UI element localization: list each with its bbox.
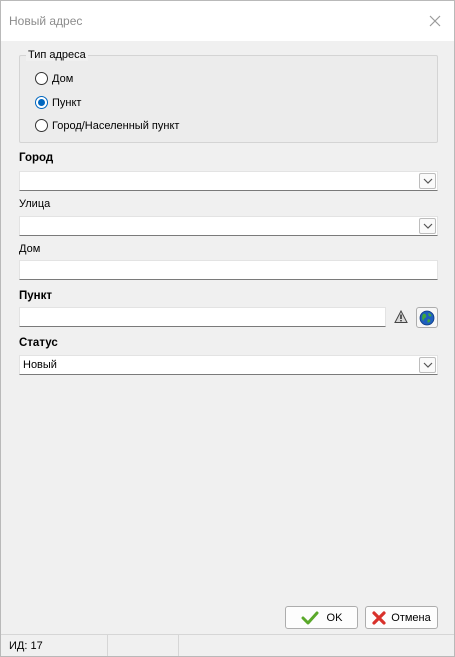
chevron-down-icon xyxy=(423,223,432,229)
street-dropdown-button[interactable] xyxy=(419,218,436,234)
status-dropdown-button[interactable] xyxy=(419,357,436,373)
ok-button[interactable]: OK xyxy=(285,606,358,629)
radio-point-label: Пункт xyxy=(52,96,82,109)
dialog-window: Новый адрес Тип адреса Дом Пункт Город/Н… xyxy=(0,0,455,657)
chevron-down-icon xyxy=(423,362,432,368)
radio-house[interactable]: Дом xyxy=(35,72,73,85)
chevron-down-icon xyxy=(423,178,432,184)
radio-point-indicator[interactable] xyxy=(35,96,48,109)
radio-city[interactable]: Город/Населенный пункт xyxy=(35,119,179,132)
cancel-button-label: Отмена xyxy=(391,611,431,624)
window-title: Новый адрес xyxy=(9,14,83,28)
warning-icon xyxy=(394,309,408,324)
radio-point[interactable]: Пункт xyxy=(35,96,81,109)
radio-city-label: Город/Населенный пункт xyxy=(52,119,180,132)
point-input[interactable] xyxy=(19,307,386,327)
checkmark-icon xyxy=(301,611,319,625)
status-cell-empty-1 xyxy=(108,635,179,656)
radio-city-indicator[interactable] xyxy=(35,119,48,132)
status-id: ИД: 17 xyxy=(1,635,108,656)
city-dropdown-button[interactable] xyxy=(419,173,436,189)
close-button[interactable] xyxy=(426,12,444,30)
address-type-group: Тип адреса Дом Пункт Город/Населенный пу… xyxy=(19,49,438,143)
house-input[interactable] xyxy=(19,260,438,280)
globe-button[interactable] xyxy=(416,307,438,328)
radio-house-label: Дом xyxy=(52,72,74,85)
city-combobox[interactable] xyxy=(19,171,438,191)
point-label: Пункт xyxy=(19,290,52,302)
titlebar: Новый адрес xyxy=(1,1,454,41)
city-label: Город xyxy=(19,152,54,164)
street-combobox[interactable] xyxy=(19,216,438,236)
address-type-legend: Тип адреса xyxy=(26,49,88,61)
ok-button-label: OK xyxy=(326,611,343,624)
statusbar: ИД: 17 xyxy=(1,634,454,656)
cancel-button[interactable]: Отмена xyxy=(365,606,438,629)
status-label: Статус xyxy=(19,337,58,349)
status-cell-empty-2 xyxy=(179,635,454,656)
house-label: Дом xyxy=(19,243,41,255)
status-value: Новый xyxy=(23,359,57,371)
close-icon xyxy=(429,15,441,27)
street-label: Улица xyxy=(19,198,51,210)
status-combobox[interactable]: Новый xyxy=(19,355,438,375)
red-x-icon xyxy=(372,610,386,625)
radio-house-indicator[interactable] xyxy=(35,72,48,85)
globe-icon xyxy=(419,310,435,326)
